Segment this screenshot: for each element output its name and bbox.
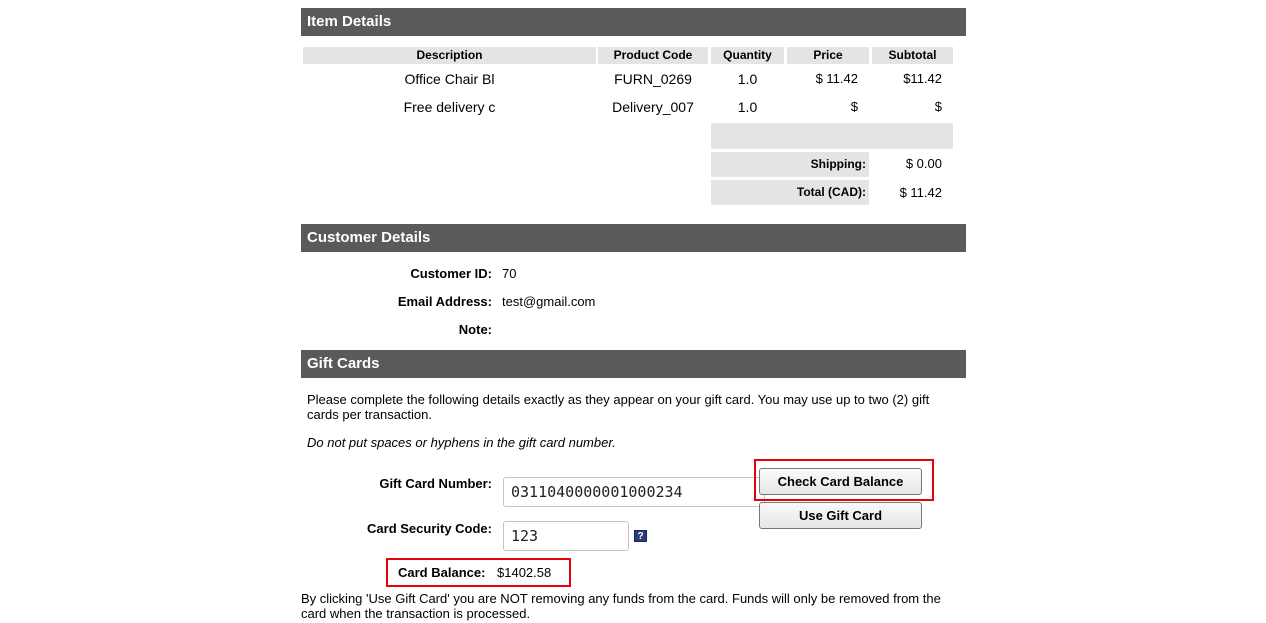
gift-card-note: Do not put spaces or hyphens in the gift…	[307, 435, 616, 450]
item-quantity: 1.0	[737, 99, 758, 115]
column-header-product-code: Product Code	[598, 47, 708, 64]
item-product-code: Delivery_007	[612, 99, 694, 115]
shipping-label: Shipping:	[711, 152, 869, 177]
totals-spacer	[711, 123, 953, 149]
column-header-subtotal: Subtotal	[872, 47, 953, 64]
column-header-price: Price	[787, 47, 869, 64]
security-code-input[interactable]: 123	[503, 521, 629, 551]
item-quantity: 1.0	[737, 71, 758, 87]
customer-details-header: Customer Details	[301, 224, 966, 252]
total-label: Total (CAD):	[711, 180, 869, 205]
column-header-quantity: Quantity	[711, 47, 784, 64]
item-details-header: Item Details	[301, 8, 966, 36]
column-header-description: Description	[303, 47, 596, 64]
gift-card-number-label: Gift Card Number:	[379, 476, 492, 491]
item-description: Office Chair Bl	[404, 71, 495, 87]
card-balance-value: $1402.58	[497, 565, 552, 580]
item-price: $ 11.42	[815, 71, 858, 86]
help-icon[interactable]: ?	[634, 530, 647, 542]
check-card-balance-button[interactable]: Check Card Balance	[759, 468, 922, 495]
use-gift-card-button[interactable]: Use Gift Card	[759, 502, 922, 529]
email-label: Email Address:	[397, 294, 492, 309]
item-subtotal: $	[934, 99, 942, 114]
item-product-code: FURN_0269	[614, 71, 692, 87]
item-price: $	[850, 99, 858, 114]
note-label: Note:	[458, 322, 492, 337]
card-balance-label: Card Balance:	[398, 565, 486, 580]
gift-card-number-input[interactable]: 0311040000001000234	[503, 477, 765, 507]
gift-card-instructions: Please complete the following details ex…	[307, 392, 930, 422]
security-code-label: Card Security Code:	[367, 521, 492, 536]
item-description: Free delivery c	[403, 99, 496, 115]
email-value: test@gmail.com	[502, 294, 596, 309]
gift-card-disclaimer: By clicking 'Use Gift Card' you are NOT …	[301, 591, 941, 621]
total-value: $ 11.42	[899, 185, 942, 200]
customer-id-label: Customer ID:	[410, 266, 492, 281]
customer-id-value: 70	[502, 266, 517, 281]
shipping-value: $ 0.00	[905, 156, 942, 171]
item-subtotal: $11.42	[903, 71, 942, 86]
gift-cards-header: Gift Cards	[301, 350, 966, 378]
